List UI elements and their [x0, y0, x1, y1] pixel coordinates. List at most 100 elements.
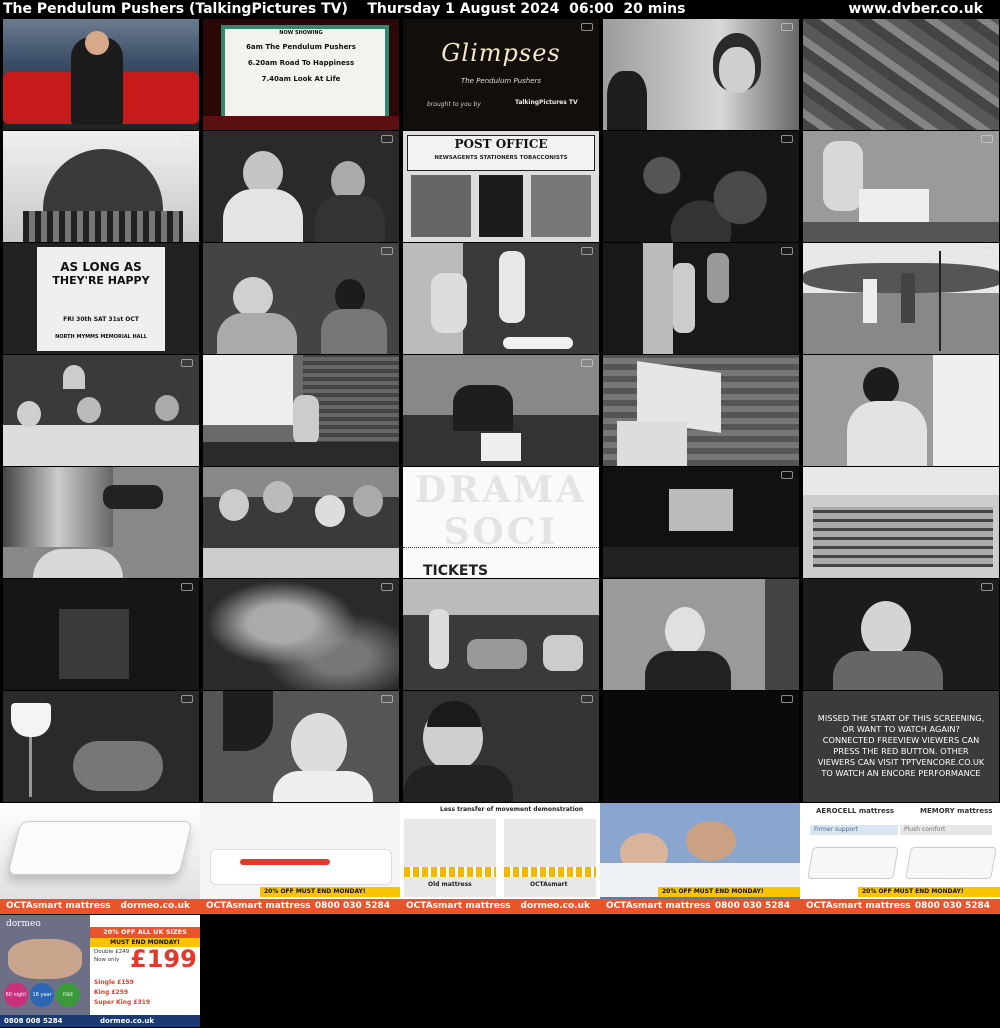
ad-footer: OCTAsmart mattress 0800 030 5284 [600, 899, 800, 914]
encore-line: VIEWERS CAN VISIT TPTVENCORE.CO.UK [817, 757, 985, 767]
thumbnail-now-showing[interactable]: NOW SHOWING 6am The Pendulum Pushers 6.2… [203, 19, 399, 130]
thumbnail-committee-meeting[interactable] [3, 355, 199, 466]
thumbnail-hairdresser[interactable] [803, 355, 999, 466]
poster-line: FRI 30th SAT 31st OCT [63, 316, 139, 323]
ad-new-label: OCTAsmart [530, 881, 568, 888]
thumbnail-ad-mattress[interactable]: OCTAsmart mattress dormeo.co.uk [0, 803, 200, 914]
encore-line: TO WATCH AN ENCORE PERFORMANCE [821, 768, 981, 778]
thumbnail-smiling-man[interactable] [603, 579, 799, 690]
ad-footer: OCTAsmart mattress 0800 030 5284 [200, 899, 400, 914]
glimpses-channel: TalkingPictures TV [515, 99, 578, 106]
poster-line: THEY'RE HAPPY [52, 274, 150, 287]
channel-logo-icon [981, 247, 993, 255]
channel-logo-icon [581, 695, 593, 703]
thumbnail-window-shutter[interactable] [603, 355, 799, 466]
thumbnail-older-woman[interactable] [803, 579, 999, 690]
thumbnail-ad-offer-card[interactable]: dormeo 60 night 18 year FREE delivery 20… [0, 915, 200, 1027]
channel-logo-icon [981, 583, 993, 591]
thumbnail-empty-hall[interactable] [803, 467, 999, 578]
thumbnail-ad-sleeping-couple[interactable]: 20% OFF MUST END MONDAY! OCTAsmart mattr… [600, 803, 800, 914]
drama-society-text: DRAMA SOCI [415, 469, 587, 553]
channel-logo-icon [781, 247, 793, 255]
now-label: Now only [94, 957, 120, 963]
thumbnail-garden-bushes[interactable] [603, 131, 799, 242]
dormeo-logo: dormeo [6, 919, 41, 929]
ad-footer: OCTAsmart mattress dormeo.co.uk [0, 899, 200, 914]
ad-right-sub: Plush comfort [900, 825, 992, 835]
thumbnail-stage-rehearsal[interactable] [403, 243, 599, 354]
thumbnail-tea-ladies[interactable] [203, 131, 399, 242]
channel-logo-icon [181, 359, 193, 367]
channel-logo-icon [781, 23, 793, 31]
ad-right-product: MEMORY mattress [920, 807, 993, 815]
thumbnail-man-glasses[interactable] [403, 691, 599, 802]
page-title: The Pendulum Pushers (TalkingPictures TV… [3, 1, 686, 17]
poster-line: NORTH MYMMS MEMORIAL HALL [55, 334, 147, 340]
poster-line: AS LONG AS [60, 260, 142, 274]
size-price: Single £159 [94, 979, 134, 986]
ad-brand: OCTAsmart mattress [806, 901, 911, 911]
header-bar: The Pendulum Pushers (TalkingPictures TV… [0, 0, 1000, 18]
ad-left-sub: Firmer support [810, 825, 898, 835]
channel-logo-icon [181, 135, 193, 143]
ad-demo-title: Less transfer of movement demonstration [440, 806, 584, 813]
thumbnail-garden-ladies[interactable] [203, 243, 399, 354]
badge-years: 18 year [30, 983, 54, 1007]
thumbnail-house-garden[interactable] [203, 355, 399, 466]
now-showing-line: 7.40am Look At Life [261, 75, 341, 83]
now-showing-line: 6am The Pendulum Pushers [246, 43, 356, 51]
thumbnail-glimpses-title[interactable]: Glimpses The Pendulum Pushers brought to… [403, 19, 599, 130]
thumbnail-ad-transfer[interactable]: Less transfer of movement demonstration … [400, 803, 600, 914]
thumbnail-dark-stage[interactable] [603, 467, 799, 578]
thumbnail-dark-room[interactable] [3, 579, 199, 690]
ad-site: dormeo.co.uk [120, 901, 190, 911]
thumbnail-dome[interactable] [3, 131, 199, 242]
thumbnail-pub-group[interactable] [203, 467, 399, 578]
ad-site: dormeo.co.uk [100, 1017, 155, 1025]
thumbnail-post-office[interactable]: POST OFFICE NEWSAGENTS STATIONERS TOBACC… [403, 131, 599, 242]
channel-logo-icon [181, 695, 193, 703]
channel-logo-icon [581, 247, 593, 255]
encore-line: PRESS THE RED BUTTON. OTHER [833, 746, 969, 756]
thumbnail-black-frame[interactable] [603, 691, 799, 802]
now-showing-line: NOW SHOWING [279, 30, 323, 36]
site-link[interactable]: www.dvber.co.uk [848, 0, 983, 18]
now-showing-line: 6.20am Road To Happiness [247, 59, 355, 67]
glimpses-subtitle: The Pendulum Pushers [460, 77, 542, 85]
thumbnail-poster[interactable]: AS LONG AS THEY'RE HAPPY FRI 30th SAT 31… [3, 243, 199, 354]
channel-logo-icon [581, 359, 593, 367]
thumbnail-gardening-men[interactable] [803, 131, 999, 242]
thumbnail-cricket-field[interactable] [803, 243, 999, 354]
thumbnail-lamp-scene[interactable] [3, 691, 199, 802]
thumbnail-ad-comparison[interactable]: AEROCELL mattress MEMORY mattress Firmer… [800, 803, 1000, 914]
ad-phone: 0800 030 5284 [914, 901, 990, 911]
glimpses-title: Glimpses [441, 39, 561, 67]
ad-site: dormeo.co.uk [520, 901, 590, 911]
thumbnail-dark-doorway[interactable] [603, 243, 799, 354]
encore-line: OR WANT TO WATCH AGAIN? [842, 724, 960, 734]
thumbnail-encore-message[interactable]: MISSED THE START OF THIS SCREENING, OR W… [803, 691, 999, 802]
ad-offer: 20% OFF MUST END MONDAY! [858, 887, 1000, 897]
thumbnail-presenter[interactable] [3, 19, 199, 130]
thumbnail-kettle[interactable] [3, 467, 199, 578]
channel-logo-icon [781, 471, 793, 479]
thumbnail-rehearsal-group[interactable] [403, 579, 599, 690]
thumbnail-drama-society-title[interactable]: DRAMA SOCI TICKETS [403, 467, 599, 578]
thumbnail-overhead-audience[interactable] [203, 579, 399, 690]
size-price: Super King £319 [94, 999, 151, 1006]
ad-phone: 0800 030 5284 [314, 901, 390, 911]
thumbnail-aerial-view[interactable] [803, 19, 999, 130]
offer-headline: 20% OFF ALL UK SIZES [90, 927, 200, 938]
ad-phone: 0800 030 5284 [714, 901, 790, 911]
badge-nights: 60 night [4, 983, 28, 1007]
channel-logo-icon [181, 583, 193, 591]
thumbnail-notice-board[interactable] [403, 355, 599, 466]
thumbnail-woman-portrait[interactable] [603, 19, 799, 130]
thumbnail-makeup[interactable] [203, 691, 399, 802]
thumbnail-ad-spine[interactable]: 20% OFF MUST END MONDAY! OCTAsmart mattr… [200, 803, 400, 914]
channel-logo-icon [381, 695, 393, 703]
ad-brand: OCTAsmart mattress [206, 901, 311, 911]
channel-logo-icon [381, 247, 393, 255]
tickets-text: TICKETS [423, 563, 489, 578]
ad-offer: 20% OFF MUST END MONDAY! [260, 887, 400, 897]
